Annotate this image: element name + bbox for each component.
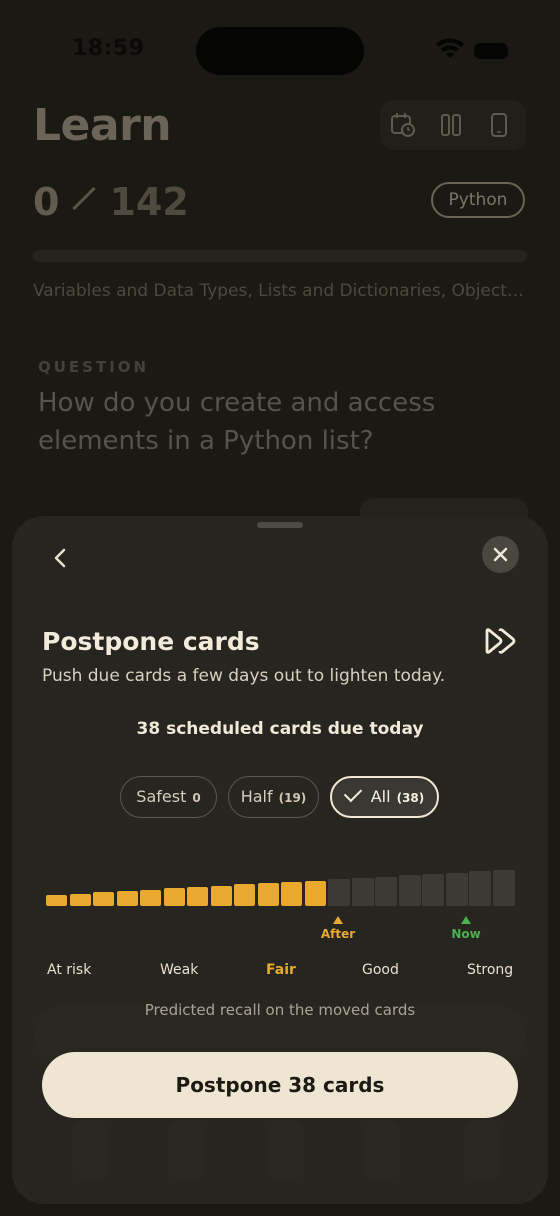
option-all[interactable]: All (38) (330, 776, 439, 818)
recall-bar (140, 890, 161, 906)
recall-bar (305, 881, 326, 906)
slash-divider (72, 186, 97, 211)
recall-bar (281, 882, 302, 906)
recall-bar (469, 871, 491, 906)
question-label: QUESTION (38, 358, 150, 376)
triangle-up-icon (461, 916, 471, 924)
marker-after: After (308, 916, 368, 941)
page-title: Learn (33, 100, 172, 151)
dynamic-island (196, 27, 364, 75)
columns-icon[interactable] (438, 112, 464, 138)
postpone-sheet: Postpone cards Push due cards a few days… (12, 516, 548, 1204)
question-text: How do you create and access elements in… (38, 388, 436, 456)
sheet-grabber[interactable] (257, 522, 303, 528)
recall-bar (493, 870, 515, 906)
recall-bar (375, 877, 397, 906)
phone-icon[interactable] (486, 112, 512, 138)
recall-bar (352, 878, 374, 906)
battery-icon (474, 43, 508, 59)
topics-list: Variables and Data Types, Lists and Dict… (33, 281, 529, 301)
recall-bar (258, 883, 279, 906)
top-toolbar (380, 100, 526, 150)
option-half[interactable]: Half (19) (228, 776, 319, 818)
recall-caption: Predicted recall on the moved cards (144, 1001, 416, 1019)
recall-bar (446, 873, 468, 906)
blurred-item (364, 1120, 400, 1180)
progress-current: 0 (33, 180, 60, 224)
recall-bar (187, 887, 208, 906)
recall-bar (234, 884, 255, 906)
due-count-text: 38 scheduled cards due today (136, 719, 424, 739)
sheet-title: Postpone cards (42, 627, 260, 656)
wifi-icon (436, 38, 464, 58)
option-label: Half (240, 787, 273, 806)
language-tag[interactable]: Python (431, 182, 525, 218)
recall-bar (46, 895, 67, 906)
recall-bars (46, 866, 516, 906)
sheet-subtitle: Push due cards a few days out to lighten… (42, 666, 446, 686)
fast-forward-icon (485, 628, 516, 654)
blurred-item (268, 1120, 304, 1180)
option-count: (38) (396, 791, 425, 805)
level-strong: Strong (467, 962, 514, 978)
chevron-left-icon[interactable] (40, 538, 80, 578)
checkmark-icon (343, 783, 362, 803)
recall-bar (70, 894, 91, 906)
recall-bar (328, 879, 350, 906)
recall-bar (164, 888, 185, 906)
option-count: (19) (278, 791, 307, 805)
progress-total: 142 (109, 180, 189, 224)
blurred-item (168, 1120, 204, 1180)
recall-bar (422, 874, 444, 906)
blurred-item (464, 1120, 500, 1180)
progress-count: 0 142 (33, 180, 189, 224)
marker-now-label: Now (451, 927, 481, 941)
calendar-clock-icon[interactable] (390, 112, 416, 138)
close-button[interactable] (482, 536, 519, 573)
level-weak: Weak (160, 962, 199, 978)
triangle-up-icon (333, 916, 343, 924)
close-icon (493, 547, 508, 562)
level-at-risk: At risk (47, 962, 92, 978)
option-label: Safest (136, 787, 187, 806)
option-count: 0 (192, 791, 201, 805)
marker-now: Now (436, 916, 496, 941)
progress-bar (33, 250, 527, 262)
status-time: 18:59 (72, 36, 145, 61)
blurred-item (72, 1120, 108, 1180)
recall-bar (117, 891, 138, 906)
recall-bar (399, 875, 421, 906)
option-label: All (370, 787, 391, 806)
option-safest[interactable]: Safest 0 (120, 776, 217, 818)
level-fair: Fair (266, 962, 296, 978)
postpone-button[interactable]: Postpone 38 cards (42, 1052, 518, 1118)
recall-bar (93, 892, 114, 906)
level-good: Good (362, 962, 399, 978)
recall-bar (211, 886, 232, 906)
marker-after-label: After (320, 927, 356, 941)
status-bar: 18:59 (0, 0, 560, 100)
